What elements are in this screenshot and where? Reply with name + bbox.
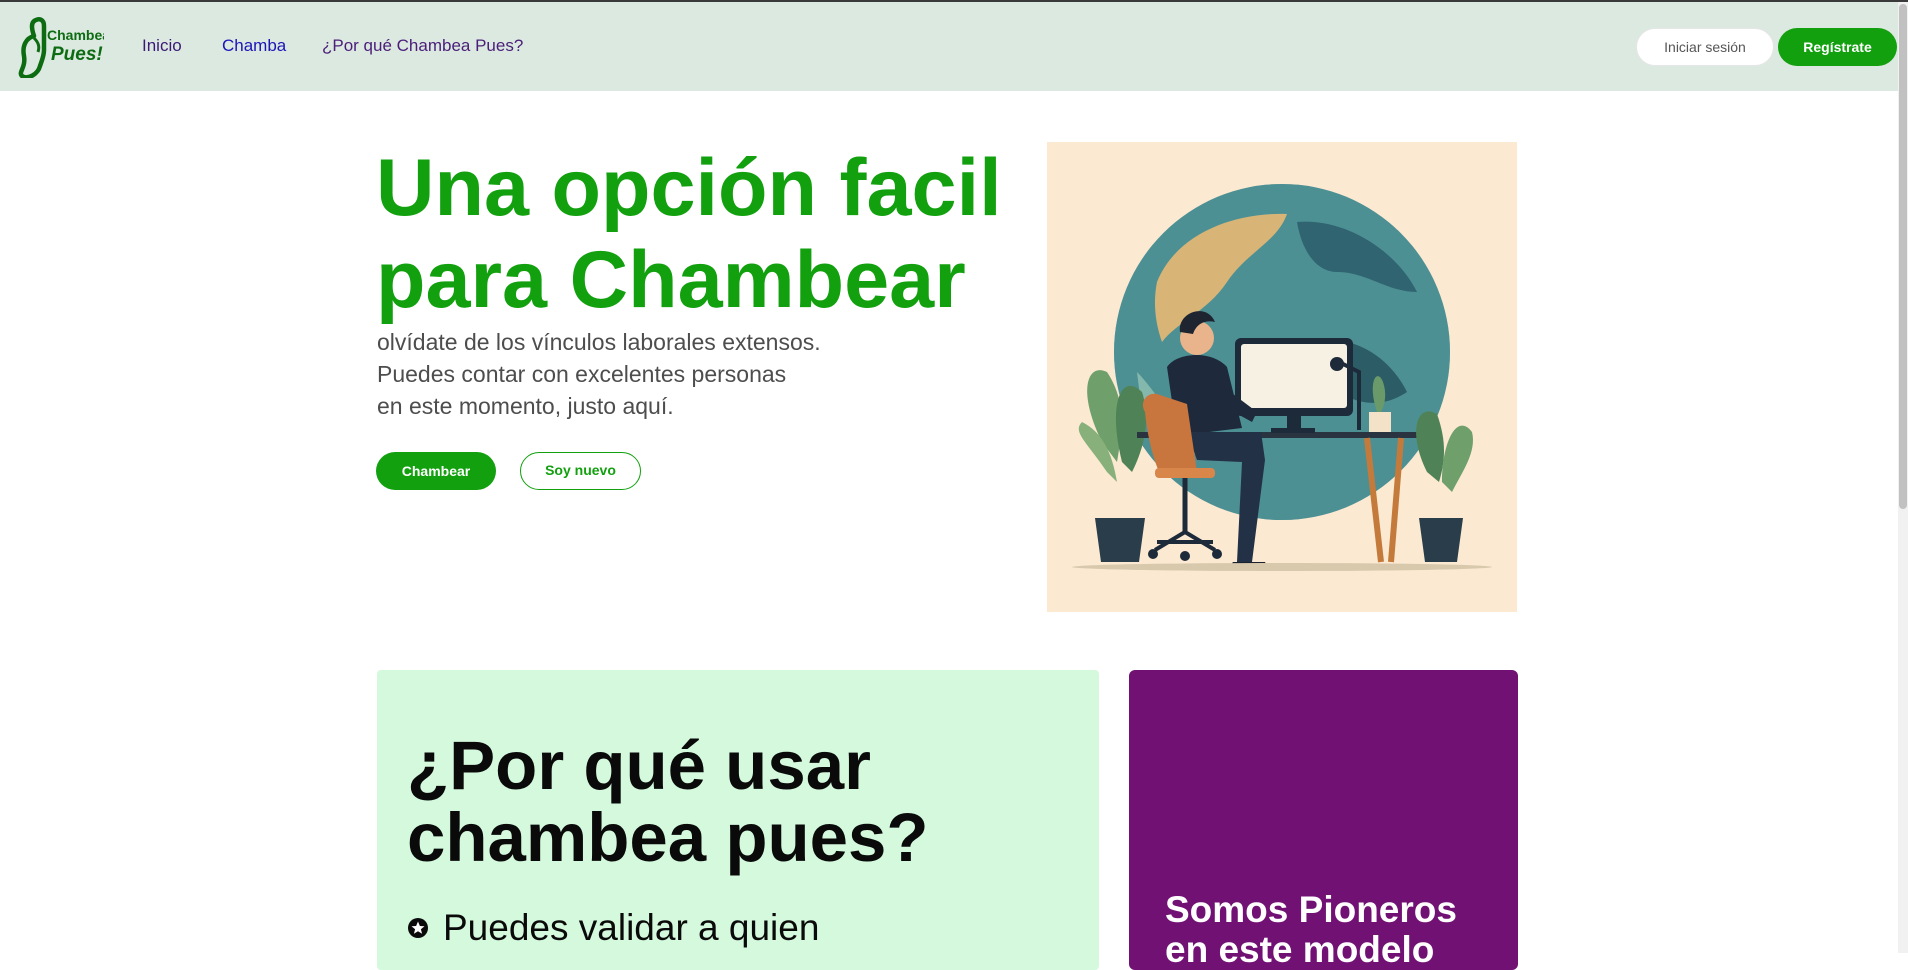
vertical-scrollbar[interactable]	[1898, 2, 1908, 953]
feature-text: Puedes validar a quien	[443, 907, 820, 948]
svg-text:Chambea: Chambea	[47, 27, 104, 43]
scrollbar-thumb[interactable]	[1899, 4, 1907, 509]
pioneers-title: Somos Pioneros en este modelo	[1165, 889, 1457, 970]
why-use-title: ¿Por qué usar chambea pues?	[407, 727, 929, 876]
nav-link-por-que[interactable]: ¿Por qué Chambea Pues?	[322, 36, 523, 56]
login-button[interactable]: Iniciar sesión	[1636, 28, 1774, 66]
feature-item: Puedes validar a quien	[407, 906, 819, 950]
svg-text:Pues!: Pues!	[51, 44, 103, 65]
hero-subtitle-line: Puedes contar con excelentes personas	[377, 361, 787, 387]
star-circle-icon	[408, 918, 428, 938]
nav-link-inicio[interactable]: Inicio	[142, 36, 182, 56]
chambear-button[interactable]: Chambear	[376, 452, 496, 490]
hero-subtitle-line: en este momento, justo aquí.	[377, 393, 674, 419]
nav-link-chamba[interactable]: Chamba	[222, 36, 286, 56]
why-use-card: ¿Por qué usar chambea pues? Puedes valid…	[377, 670, 1099, 970]
navbar: Chambea Pues! Inicio Chamba ¿Por qué Cha…	[0, 2, 1898, 91]
hero-subtitle-line: olvídate de los vínculos laborales exten…	[377, 329, 821, 355]
hero-subtitle: olvídate de los vínculos laborales exten…	[377, 326, 897, 422]
register-button[interactable]: Regístrate	[1778, 28, 1897, 66]
chambea-pues-logo[interactable]: Chambea Pues!	[14, 16, 104, 78]
soy-nuevo-button[interactable]: Soy nuevo	[520, 452, 641, 490]
pioneers-card: Somos Pioneros en este modelo	[1129, 670, 1518, 970]
hero-illustration	[1047, 142, 1517, 612]
feature-list: Puedes validar a quien	[407, 906, 819, 950]
hero-title: Una opción facil para Chambear	[376, 143, 1002, 325]
